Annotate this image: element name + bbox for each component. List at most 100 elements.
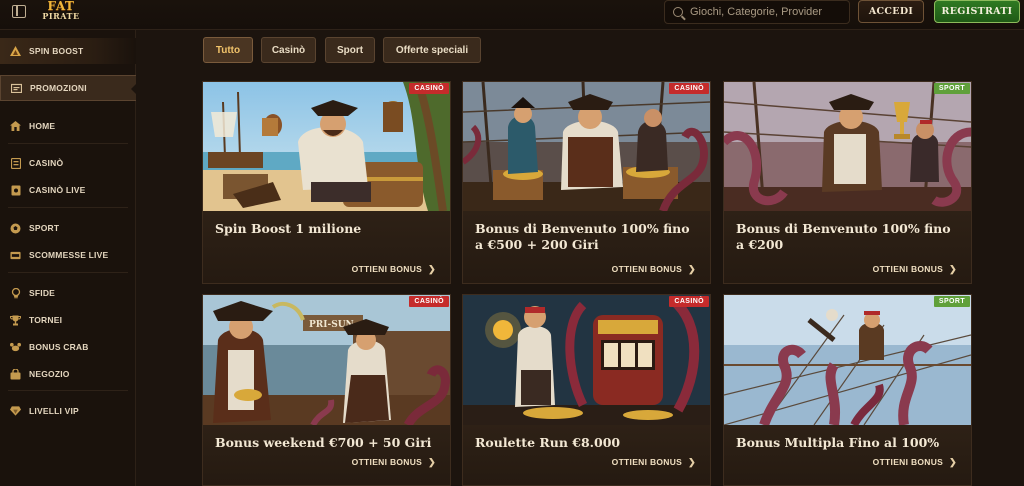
chevron-right-icon: ❯ [428, 457, 436, 467]
promo-card-roulette-run[interactable]: CASINÒ Roulette Run €8.000 OTTIENI BONUS… [462, 294, 711, 486]
promo-title: Spin Boost 1 milione [215, 221, 362, 236]
sidebar-item-negozio[interactable]: NEGOZIO [0, 361, 136, 387]
promo-card-spin-boost[interactable]: CASINÒ Spin Boost 1 milione OTTIENI BONU… [202, 81, 451, 284]
sidebar-divider [8, 390, 128, 391]
filter-sport[interactable]: Sport [325, 37, 375, 63]
sidebar-item-promozioni[interactable]: PROMOZIONI [0, 75, 137, 101]
promo-art-pirate-trophy-kraken [724, 82, 971, 211]
sidebar-divider [8, 272, 128, 273]
promo-card-weekend-bonus[interactable]: PRI-SUN CASINÒ Bonus weekend €700 + 50 G… [202, 294, 451, 486]
promo-card-body: Bonus di Benvenuto 100% fino a €200 OTTI… [724, 211, 971, 283]
promo-title: Bonus weekend €700 + 50 Giri [215, 435, 432, 450]
promotions-icon [11, 83, 22, 94]
sidebar-item-label: SPIN BOOST [29, 46, 84, 56]
trophy-icon [10, 315, 21, 326]
search-input[interactable] [690, 6, 840, 18]
get-bonus-link[interactable]: OTTIENI BONUS ❯ [352, 457, 436, 468]
sidebar-divider [8, 207, 128, 208]
casino-icon [10, 157, 21, 169]
sidebar-item-label: NEGOZIO [29, 369, 70, 379]
chevron-right-icon: ❯ [428, 264, 436, 274]
sidebar-item-label: SCOMMESSE LIVE [29, 250, 109, 260]
promo-art-pirate-couple-bar: PRI-SUN [203, 295, 450, 425]
get-bonus-link[interactable]: OTTIENI BONUS ❯ [873, 457, 957, 468]
promo-card-body: Bonus weekend €700 + 50 Giri OTTIENI BON… [203, 425, 450, 485]
promo-art-pirate-kraken-rigging [724, 295, 971, 425]
sidebar: SPIN BOOST PROMOZIONI HOME CASINÒ CASINÒ… [0, 30, 137, 486]
sidebar-item-label: PROMOZIONI [30, 83, 87, 93]
category-badge-casino: CASINÒ [409, 296, 449, 307]
live-casino-icon [10, 185, 21, 196]
get-bonus-label: OTTIENI BONUS [351, 457, 423, 467]
promo-card-welcome-sport[interactable]: SPORT Bonus di Benvenuto 100% fino a €20… [723, 81, 972, 284]
sidebar-divider [8, 143, 128, 144]
get-bonus-label: OTTIENI BONUS [611, 264, 683, 274]
promo-card-body: Bonus Multipla Fino al 100% OTTIENI BONU… [724, 425, 971, 485]
filter-offerte-speciali[interactable]: Offerte speciali [383, 37, 481, 63]
get-bonus-label: OTTIENI BONUS [872, 457, 944, 467]
sidebar-item-label: CASINÒ [29, 158, 64, 168]
get-bonus-label: OTTIENI BONUS [611, 457, 683, 467]
promo-card-welcome-casino[interactable]: CASINÒ Bonus di Benvenuto 100% fino a €5… [462, 81, 711, 284]
sidebar-item-home[interactable]: HOME [0, 113, 136, 139]
get-bonus-link[interactable]: OTTIENI BONUS ❯ [873, 264, 957, 275]
category-badge-sport: SPORT [933, 296, 970, 307]
sidebar-item-casino-live[interactable]: CASINÒ LIVE [0, 177, 136, 203]
spin-boost-icon [10, 46, 21, 57]
sidebar-item-livelli-vip[interactable]: LIVELLI VIP [0, 398, 136, 424]
promo-title: Bonus Multipla Fino al 100% [736, 435, 940, 450]
sidebar-item-sfide[interactable]: SFIDE [0, 280, 136, 306]
sidebar-item-label: HOME [29, 121, 56, 131]
sidebar-toggle-icon[interactable] [12, 5, 26, 18]
register-button[interactable]: REGISTRATI [934, 0, 1020, 23]
category-badge-casino: CASINÒ [409, 83, 449, 94]
crab-icon [10, 342, 21, 353]
sidebar-item-scommesse-live[interactable]: SCOMMESSE LIVE [0, 242, 136, 268]
promo-art-pirate-with-tankards [203, 82, 450, 211]
sidebar-item-label: CASINÒ LIVE [29, 185, 86, 195]
search-icon [673, 7, 683, 17]
category-badge-casino: CASINÒ [669, 296, 709, 307]
get-bonus-label: OTTIENI BONUS [351, 264, 423, 274]
chevron-right-icon: ❯ [688, 457, 696, 467]
search-box[interactable] [664, 0, 850, 24]
top-bar: FAT PIRATE ACCEDI REGISTRATI [0, 0, 1024, 30]
sidebar-item-sport[interactable]: SPORT [0, 215, 136, 241]
filter-tutto[interactable]: Tutto [203, 37, 253, 63]
chevron-right-icon: ❯ [949, 264, 957, 274]
live-bets-icon [10, 250, 21, 261]
chevron-right-icon: ❯ [688, 264, 696, 274]
filter-casino[interactable]: Casinò [261, 37, 316, 63]
promo-card-body: Bonus di Benvenuto 100% fino a €500 + 20… [463, 211, 710, 283]
vip-diamond-icon [10, 406, 21, 417]
category-badge-casino: CASINÒ [669, 83, 709, 94]
shop-icon [10, 368, 21, 380]
sidebar-item-bonus-crab[interactable]: BONUS CRAB [0, 334, 136, 360]
logo-text-fat: FAT [47, 0, 75, 13]
promo-art-pirate-crew-treasure [463, 82, 710, 211]
sidebar-item-label: BONUS CRAB [29, 342, 89, 352]
sidebar-item-spin-boost[interactable]: SPIN BOOST [0, 38, 136, 64]
sidebar-item-casino[interactable]: CASINÒ [0, 150, 136, 176]
fat-pirate-logo[interactable]: FAT PIRATE [36, 0, 86, 22]
get-bonus-link[interactable]: OTTIENI BONUS ❯ [612, 457, 696, 468]
chevron-right-icon: ❯ [949, 457, 957, 467]
promo-art-pirate-slot-machine [463, 295, 710, 425]
promo-title: Bonus di Benvenuto 100% fino a €500 + 20… [475, 221, 690, 252]
get-bonus-label: OTTIENI BONUS [872, 264, 944, 274]
sidebar-item-label: SFIDE [29, 288, 56, 298]
promo-card-body: Spin Boost 1 milione OTTIENI BONUS ❯ [203, 211, 450, 283]
get-bonus-link[interactable]: OTTIENI BONUS ❯ [612, 264, 696, 275]
sidebar-item-label: SPORT [29, 223, 60, 233]
sidebar-item-label: TORNEI [29, 315, 63, 325]
promo-card-body: Roulette Run €8.000 OTTIENI BONUS ❯ [463, 425, 710, 485]
sidebar-item-label: LIVELLI VIP [29, 406, 79, 416]
login-button[interactable]: ACCEDI [858, 0, 924, 23]
sport-icon [10, 223, 21, 234]
get-bonus-link[interactable]: OTTIENI BONUS ❯ [352, 264, 436, 275]
promo-title: Bonus di Benvenuto 100% fino a €200 [736, 221, 951, 252]
promo-title: Roulette Run €8.000 [475, 435, 621, 450]
sidebar-item-tornei[interactable]: TORNEI [0, 307, 136, 333]
home-icon [10, 121, 21, 132]
promo-card-multipla-bonus[interactable]: SPORT Bonus Multipla Fino al 100% OTTIEN… [723, 294, 972, 486]
